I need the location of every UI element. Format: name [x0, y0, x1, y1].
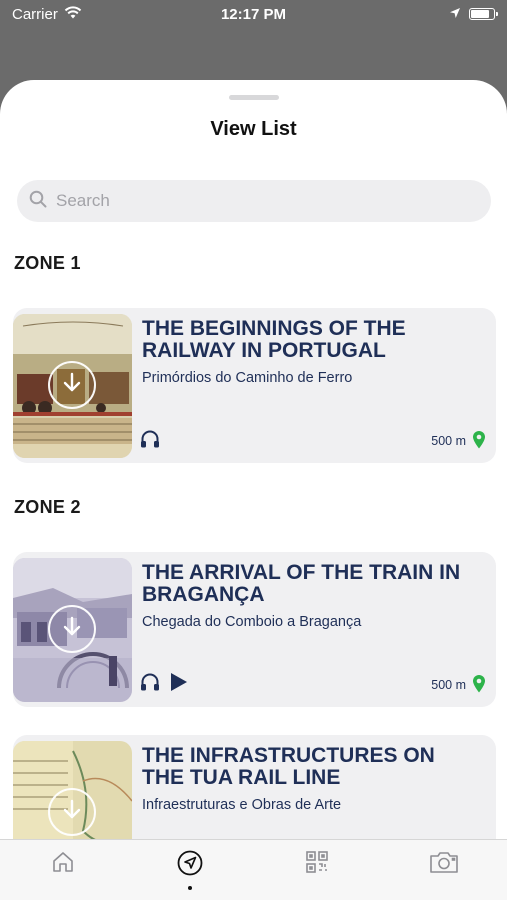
- headphones-icon[interactable]: [140, 430, 160, 453]
- item-distance: 500 m: [431, 678, 466, 692]
- qr-code-icon: [305, 850, 329, 879]
- view-list-sheet: View List ZONE 1: [0, 80, 507, 900]
- play-icon[interactable]: [170, 672, 188, 697]
- camera-icon: [429, 850, 459, 879]
- download-icon: [60, 371, 84, 400]
- tab-qr[interactable]: [287, 850, 347, 890]
- status-bar: Carrier 12:17 PM: [0, 0, 507, 28]
- item-subtitle: Primórdios do Caminho de Ferro: [142, 370, 353, 386]
- download-icon: [60, 615, 84, 644]
- download-icon: [60, 798, 84, 827]
- map-pin-icon[interactable]: [472, 674, 486, 696]
- active-tab-indicator: [188, 886, 193, 890]
- location-arrow-icon: [449, 6, 461, 23]
- list-item[interactable]: THE BEGINNINGS OF THE RAILWAY IN PORTUGA…: [13, 308, 496, 463]
- tab-bar: [0, 839, 507, 900]
- zone-heading: ZONE 2: [14, 497, 81, 517]
- list-item[interactable]: THE INFRASTRUCTURES ON THE TUA RAIL LINE…: [13, 735, 496, 840]
- item-title: THE INFRASTRUCTURES ON THE TUA RAIL LINE: [142, 744, 435, 789]
- tab-home[interactable]: [33, 850, 93, 890]
- item-thumbnail: [13, 558, 132, 702]
- search-icon: [29, 190, 47, 213]
- download-button[interactable]: [48, 361, 96, 409]
- item-title: THE ARRIVAL OF THE TRAIN IN BRAGANÇA: [142, 561, 461, 606]
- navigation-icon: [177, 850, 203, 881]
- download-button[interactable]: [48, 788, 96, 836]
- wifi-icon: [64, 5, 82, 23]
- item-thumbnail: [13, 314, 132, 458]
- search-input[interactable]: [56, 191, 456, 211]
- download-button[interactable]: [48, 605, 96, 653]
- item-subtitle: Chegada do Comboio a Bragança: [142, 614, 362, 630]
- list-item[interactable]: THE ARRIVAL OF THE TRAIN IN BRAGANÇA Che…: [13, 552, 496, 707]
- item-distance: 500 m: [431, 434, 466, 448]
- item-subtitle: Infraestruturas e Obras de Arte: [142, 797, 342, 813]
- tab-navigate[interactable]: [160, 850, 220, 890]
- map-pin-icon[interactable]: [472, 430, 486, 452]
- battery-icon: [469, 8, 498, 20]
- sheet-grabber[interactable]: [229, 95, 279, 100]
- item-title: THE BEGINNINGS OF THE RAILWAY IN PORTUGA…: [142, 317, 406, 362]
- zone-list[interactable]: ZONE 1 THE BEGINNINGS OF THE RAILWAY IN …: [0, 240, 507, 840]
- sheet-title: View List: [210, 118, 297, 140]
- search-bar[interactable]: [17, 180, 491, 222]
- battery-level: [471, 10, 489, 18]
- home-icon: [51, 850, 75, 879]
- headphones-icon[interactable]: [140, 673, 160, 696]
- tab-camera[interactable]: [414, 850, 474, 890]
- item-thumbnail: [13, 741, 132, 840]
- carrier-label: Carrier: [12, 5, 58, 23]
- zone-heading: ZONE 1: [14, 253, 81, 273]
